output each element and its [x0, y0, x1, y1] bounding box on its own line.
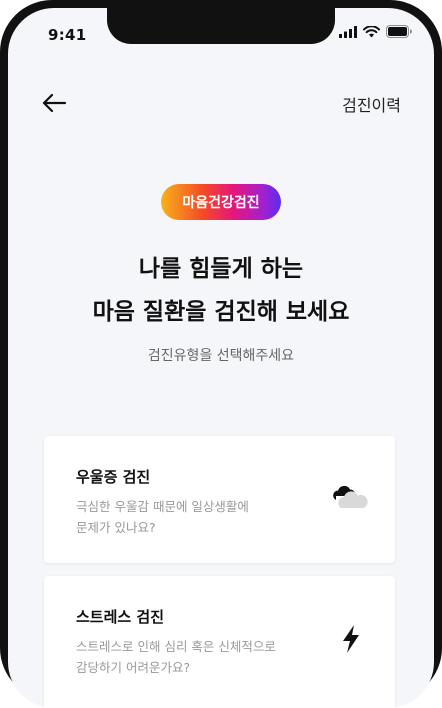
card-title: 스트레스 검진 — [76, 608, 165, 626]
app-screen: 9:41 검진이력 마음건강검진 나를 힘들게 하는 마음 질환을 검진해 보세… — [8, 8, 434, 708]
title-line-2: 마음 질환을 검진해 보세요 — [92, 299, 350, 325]
wifi-icon — [363, 25, 380, 37]
card-description-line: 감당하기 어려운가요? — [76, 660, 191, 675]
history-link[interactable]: 검진이력 — [342, 92, 401, 116]
signal-icon — [339, 25, 357, 38]
card-description-line: 문제가 있나요? — [76, 520, 156, 535]
page-subtitle: 검진유형을 선택해주세요 — [147, 348, 295, 364]
status-time: 9:41 — [48, 26, 87, 44]
lightning-icon — [343, 625, 359, 653]
stress-test-card[interactable]: 스트레스 검진 스트레스로 인해 심리 혹은 신체적으로 감당하기 어려운가요? — [44, 576, 395, 708]
card-description: 극심한 우울감 때문에 일상생활에 문제가 있나요? — [76, 496, 306, 538]
page-title: 나를 힘들게 하는 마음 질환을 검진해 보세요 — [8, 248, 434, 334]
card-description-line: 극심한 우울감 때문에 일상생활에 — [76, 499, 249, 514]
status-icons — [339, 25, 412, 38]
card-description: 스트레스로 인해 심리 혹은 신체적으로 감당하기 어려운가요? — [76, 636, 306, 678]
category-badge: 마음건강검진 — [161, 184, 281, 220]
title-line-1: 나를 힘들게 하는 — [138, 256, 304, 282]
depression-test-card[interactable]: 우울증 검진 극심한 우울감 때문에 일상생활에 문제가 있나요? — [44, 436, 395, 563]
cloud-icon — [333, 485, 368, 508]
phone-frame: 9:41 검진이력 마음건강검진 나를 힘들게 하는 마음 질환을 검진해 보세… — [0, 0, 442, 708]
card-description-line: 스트레스로 인해 심리 혹은 신체적으로 — [76, 639, 276, 654]
battery-icon — [386, 25, 412, 38]
back-button[interactable] — [37, 88, 71, 118]
notch — [107, 8, 335, 44]
arrow-left-icon — [42, 93, 67, 113]
card-title: 우울증 검진 — [76, 468, 151, 486]
